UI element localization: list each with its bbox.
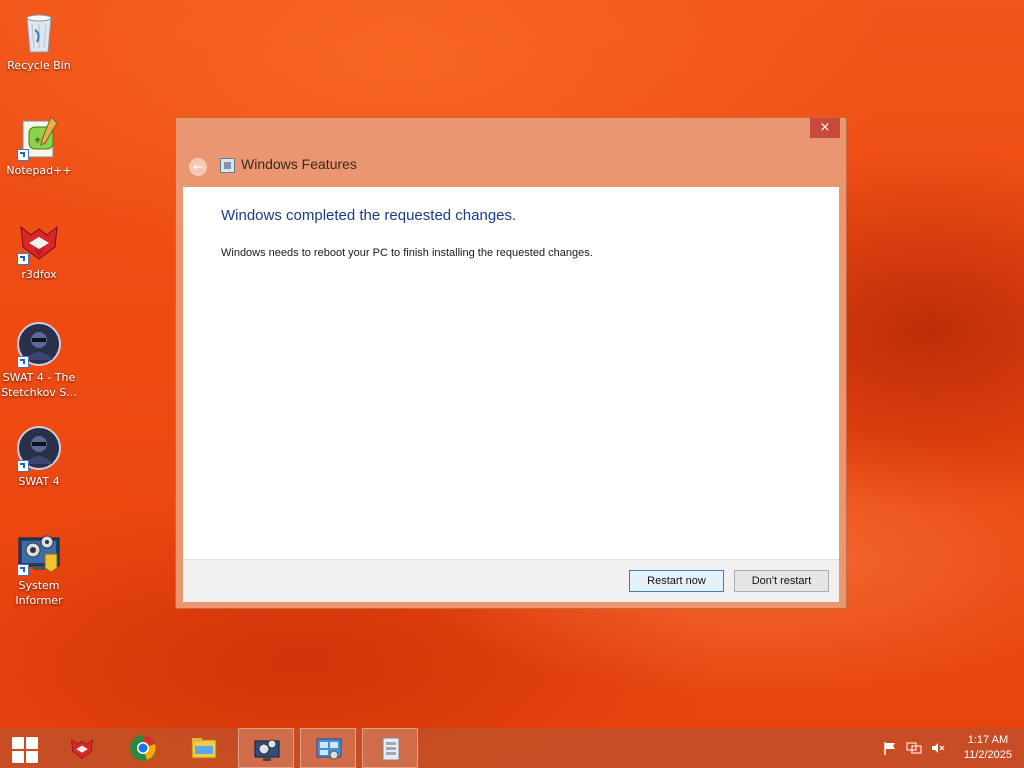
taskbar-chrome[interactable] xyxy=(115,728,171,768)
r3dfox-icon xyxy=(15,217,63,265)
desktop-icon-r3dfox[interactable]: r3dfox xyxy=(0,217,78,282)
desktop-icon-system-informer[interactable]: System Informer xyxy=(0,528,78,608)
shortcut-arrow-icon xyxy=(17,253,29,265)
system-tray: 1:17 AM 11/2/2025 xyxy=(864,728,1024,768)
desktop-icon-label: SWAT 4 - The Stetchkov S... xyxy=(1,371,77,399)
dialog-message: Windows needs to reboot your PC to finis… xyxy=(221,247,593,259)
desktop-icon-label: SWAT 4 xyxy=(18,475,60,488)
dont-restart-button[interactable]: Don't restart xyxy=(734,570,829,592)
control-panel-icon xyxy=(316,738,342,760)
system-informer-icon xyxy=(15,528,63,576)
desktop-icon-label: Notepad++ xyxy=(6,164,72,177)
notepad-plus-plus-icon: ++ xyxy=(15,113,63,161)
shortcut-arrow-icon xyxy=(17,460,29,472)
taskbar-windows-features[interactable] xyxy=(362,728,418,768)
back-button[interactable]: ← xyxy=(189,158,207,176)
window-title: Windows Features xyxy=(241,156,357,172)
dialog-footer: Restart now Don't restart xyxy=(183,559,839,602)
swat4-icon xyxy=(15,424,63,472)
file-explorer-icon xyxy=(191,738,217,759)
clock-date: 11/2/2025 xyxy=(963,749,1012,761)
r3dfox-icon xyxy=(71,739,93,759)
desktop-icon-swat4-stetchkov[interactable]: SWAT 4 - The Stetchkov S... xyxy=(0,320,78,400)
network-icon[interactable] xyxy=(906,740,922,756)
shortcut-arrow-icon xyxy=(17,564,29,576)
chrome-icon xyxy=(130,735,156,761)
windows-features-icon xyxy=(382,737,400,761)
taskbar-control-panel[interactable] xyxy=(300,728,356,768)
dialog-heading: Windows completed the requested changes. xyxy=(221,207,517,224)
close-button[interactable]: × xyxy=(810,118,840,138)
taskbar-clock[interactable]: 1:17 AM 11/2/2025 xyxy=(964,733,1012,763)
system-settings-icon xyxy=(254,739,280,761)
shortcut-arrow-icon xyxy=(17,356,29,368)
recycle-bin-icon xyxy=(15,8,63,56)
windows-features-icon xyxy=(220,158,235,173)
action-center-flag-icon[interactable] xyxy=(882,740,898,756)
shortcut-arrow-icon xyxy=(17,149,29,161)
windows-features-dialog: × ← Windows Features Windows completed t… xyxy=(175,117,847,609)
taskbar-file-explorer[interactable] xyxy=(176,728,232,768)
dialog-content: Windows completed the requested changes.… xyxy=(183,187,839,559)
volume-muted-icon[interactable] xyxy=(930,740,946,756)
desktop-icon-label: Recycle Bin xyxy=(7,59,71,72)
clock-time: 1:17 AM xyxy=(967,734,1009,746)
taskbar-system-settings[interactable] xyxy=(238,728,294,768)
start-button[interactable] xyxy=(0,728,48,768)
desktop-icon-notepad-plus-plus[interactable]: ++ Notepad++ xyxy=(0,113,78,178)
restart-now-button[interactable]: Restart now xyxy=(629,570,724,592)
desktop-icon-swat4[interactable]: SWAT 4 xyxy=(0,424,78,489)
start-icon xyxy=(12,737,38,763)
desktop-icon-label: System Informer xyxy=(15,579,63,607)
desktop-icon-recycle-bin[interactable]: Recycle Bin xyxy=(0,8,78,73)
desktop-icon-label: r3dfox xyxy=(21,268,57,281)
swat4-stetchkov-icon xyxy=(15,320,63,368)
taskbar-r3dfox[interactable] xyxy=(54,728,110,768)
taskbar: 1:17 AM 11/2/2025 xyxy=(0,728,1024,768)
